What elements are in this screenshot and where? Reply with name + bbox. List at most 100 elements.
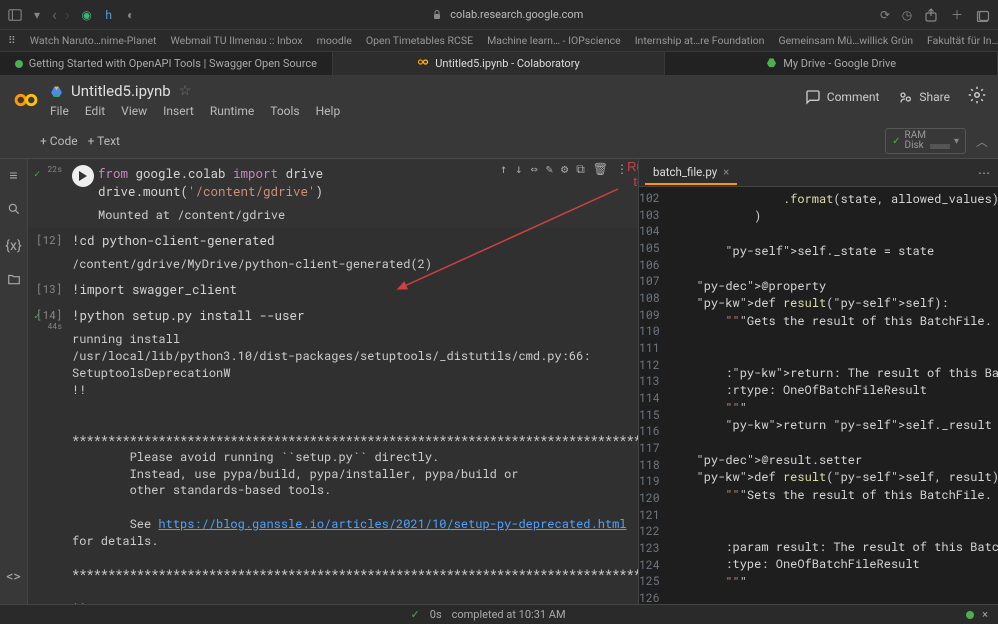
sidebar-toggle-icon[interactable] bbox=[8, 8, 22, 22]
bookmarks-bar: ⠿ Watch Naruto…nime-Planet Webmail TU Il… bbox=[0, 30, 998, 52]
chevron-down-icon[interactable]: ▾ bbox=[954, 136, 959, 147]
apps-icon[interactable]: ⠿ bbox=[8, 34, 16, 47]
code-content[interactable]: !cd python-client-generated bbox=[72, 232, 630, 250]
comment-label: Comment bbox=[827, 90, 880, 104]
browser-tab[interactable]: Untitled5.ipynb - Colaboratory bbox=[333, 52, 666, 75]
share-label: Share bbox=[919, 90, 950, 104]
move-down-icon[interactable]: ↓ bbox=[515, 161, 522, 177]
disk-label: Disk bbox=[905, 141, 926, 151]
code-content[interactable]: !python setup.py install --user bbox=[72, 307, 638, 325]
code-cell[interactable]: [12] !cd python-client-generated /conten… bbox=[28, 228, 638, 277]
comment-cell-icon[interactable]: ✎ bbox=[546, 161, 553, 177]
chevron-down-icon[interactable]: ▾ bbox=[30, 8, 44, 22]
bookmark-item[interactable]: Watch Naruto…nime-Planet bbox=[30, 34, 157, 47]
toc-icon[interactable]: ≡ bbox=[9, 167, 17, 184]
close-status-icon[interactable]: × bbox=[982, 608, 988, 621]
browser-tab[interactable]: Getting Started with OpenAPI Tools | Swa… bbox=[0, 52, 333, 75]
check-icon: ✓ bbox=[411, 608, 420, 621]
files-icon[interactable] bbox=[7, 272, 21, 290]
code-cell[interactable]: [13] !import swagger_client bbox=[28, 277, 638, 303]
status-msg: completed at 10:31 AM bbox=[452, 608, 566, 621]
code-lines[interactable]: .format(state, allowed_values) ) "py-sel… bbox=[668, 187, 998, 621]
editor-tab-label: batch_file.py bbox=[653, 165, 717, 179]
bookmark-item[interactable]: Internship at…re Foundation bbox=[635, 34, 765, 47]
tabs-overview-icon[interactable] bbox=[976, 8, 990, 22]
status-bar: ✓ 0s completed at 10:31 AM × bbox=[0, 604, 998, 624]
add-text-button[interactable]: + Text bbox=[88, 134, 120, 148]
code-editor[interactable]: 1021031041051061071081091101111121131141… bbox=[639, 187, 998, 621]
resource-indicator[interactable]: ✓ RAM Disk ▾ bbox=[885, 128, 966, 154]
bookmark-item[interactable]: Gemeinsam Mü…willick Grün bbox=[778, 34, 913, 47]
add-code-button[interactable]: + Code bbox=[40, 134, 78, 148]
connection-dot-icon bbox=[966, 611, 974, 619]
delete-cell-icon[interactable]: 🗑 bbox=[593, 161, 608, 177]
menu-runtime[interactable]: Runtime bbox=[210, 104, 254, 118]
cell-prompt: [13] bbox=[36, 281, 62, 296]
variables-icon[interactable]: {x} bbox=[5, 238, 21, 254]
colab-header: Untitled5.ipynb ☆ File Edit View Insert … bbox=[0, 76, 998, 124]
bookmark-item[interactable]: Open Timetables RCSE bbox=[366, 34, 473, 47]
grammarly-icon[interactable]: ◉ bbox=[80, 8, 94, 22]
move-up-icon[interactable]: ↑ bbox=[500, 161, 507, 177]
favicon-colab bbox=[417, 56, 429, 71]
mirror-icon[interactable]: ⧉ bbox=[576, 161, 585, 177]
search-icon[interactable] bbox=[7, 202, 21, 220]
menu-help[interactable]: Help bbox=[316, 104, 341, 118]
shield-icon[interactable]: ◐ bbox=[124, 8, 138, 22]
share-button[interactable]: Share bbox=[897, 89, 950, 105]
collapse-icon[interactable]: ︿ bbox=[976, 133, 988, 150]
cell-prompt: [12] bbox=[36, 232, 62, 247]
status-time: 0s bbox=[430, 608, 442, 621]
bookmark-item[interactable]: Machine learn… - IOPscience bbox=[487, 34, 621, 47]
share-browser-icon[interactable] bbox=[924, 8, 938, 22]
editor-pane: batch_file.py × ⋯ 1021031041051061071081… bbox=[638, 159, 998, 621]
comment-button[interactable]: Comment bbox=[805, 89, 880, 105]
doc-title[interactable]: Untitled5.ipynb bbox=[71, 82, 171, 100]
menu-edit[interactable]: Edit bbox=[85, 104, 105, 118]
editor-tab[interactable]: batch_file.py × bbox=[645, 161, 737, 185]
url-bar[interactable]: colab.research.google.com bbox=[450, 8, 583, 21]
code-content[interactable]: !import swagger_client bbox=[72, 281, 630, 299]
forward-button[interactable]: › bbox=[65, 5, 70, 24]
cell-output: running install /usr/local/lib/python3.1… bbox=[72, 325, 638, 621]
editor-tabs: batch_file.py × ⋯ bbox=[639, 159, 998, 187]
code-cell[interactable]: ✓ [14] 44s !python setup.py install --us… bbox=[28, 303, 638, 621]
tab-label: Untitled5.ipynb - Colaboratory bbox=[435, 57, 579, 70]
run-cell-button[interactable] bbox=[72, 165, 94, 187]
check-icon: ✓ bbox=[892, 136, 900, 147]
cell-output: Mounted at /content/gdrive bbox=[98, 201, 630, 224]
honey-icon[interactable]: h bbox=[102, 8, 116, 22]
tab-label: Getting Started with OpenAPI Tools | Swa… bbox=[29, 57, 317, 70]
browser-tab-strip: Getting Started with OpenAPI Tools | Swa… bbox=[0, 52, 998, 76]
check-icon: ✓ bbox=[34, 309, 40, 322]
close-icon[interactable]: × bbox=[723, 165, 729, 179]
code-cell[interactable]: ↑ ↓ ⇔ ✎ ⚙ ⧉ 🗑 ⋮ ✓ 22s from google.colab … bbox=[28, 159, 638, 228]
bookmark-item[interactable]: Fakultät für In…ditor · GitLab bbox=[927, 34, 998, 47]
history-icon[interactable]: ◷ bbox=[900, 8, 914, 22]
more-icon[interactable]: ⋮ bbox=[616, 161, 628, 177]
exec-time: 44s bbox=[36, 322, 62, 332]
browser-toolbar: ▾ ‹ › ◉ h ◐ colab.research.google.com ⟳ … bbox=[0, 0, 998, 30]
link-icon[interactable]: ⇔ bbox=[530, 161, 537, 177]
left-rail: ≡ {x} <> bbox=[0, 159, 28, 621]
more-icon[interactable]: ⋯ bbox=[978, 166, 992, 180]
settings-cell-icon[interactable]: ⚙ bbox=[561, 161, 568, 177]
star-icon[interactable]: ☆ bbox=[179, 83, 192, 99]
tab-label: My Drive - Google Drive bbox=[783, 57, 896, 70]
resource-graph-icon bbox=[930, 133, 950, 149]
cell-output: /content/gdrive/MyDrive/python-client-ge… bbox=[72, 250, 630, 273]
browser-tab[interactable]: My Drive - Google Drive bbox=[665, 52, 998, 75]
bookmark-item[interactable]: Webmail TU Ilmenau :: Inbox bbox=[171, 34, 303, 47]
main-area: ≡ {x} <> Run the following scripts to ge… bbox=[0, 159, 998, 621]
new-tab-icon[interactable]: ＋ bbox=[950, 8, 964, 22]
reload-icon[interactable]: ⟳ bbox=[878, 8, 892, 22]
settings-icon[interactable] bbox=[968, 86, 986, 107]
menu-view[interactable]: View bbox=[121, 104, 147, 118]
menu-file[interactable]: File bbox=[50, 104, 69, 118]
back-button[interactable]: ‹ bbox=[52, 5, 57, 24]
colab-logo-icon[interactable] bbox=[12, 86, 40, 114]
bookmark-item[interactable]: moodle bbox=[317, 34, 352, 47]
menu-tools[interactable]: Tools bbox=[270, 104, 299, 118]
menu-insert[interactable]: Insert bbox=[163, 104, 194, 118]
code-icon[interactable]: <> bbox=[6, 569, 20, 585]
